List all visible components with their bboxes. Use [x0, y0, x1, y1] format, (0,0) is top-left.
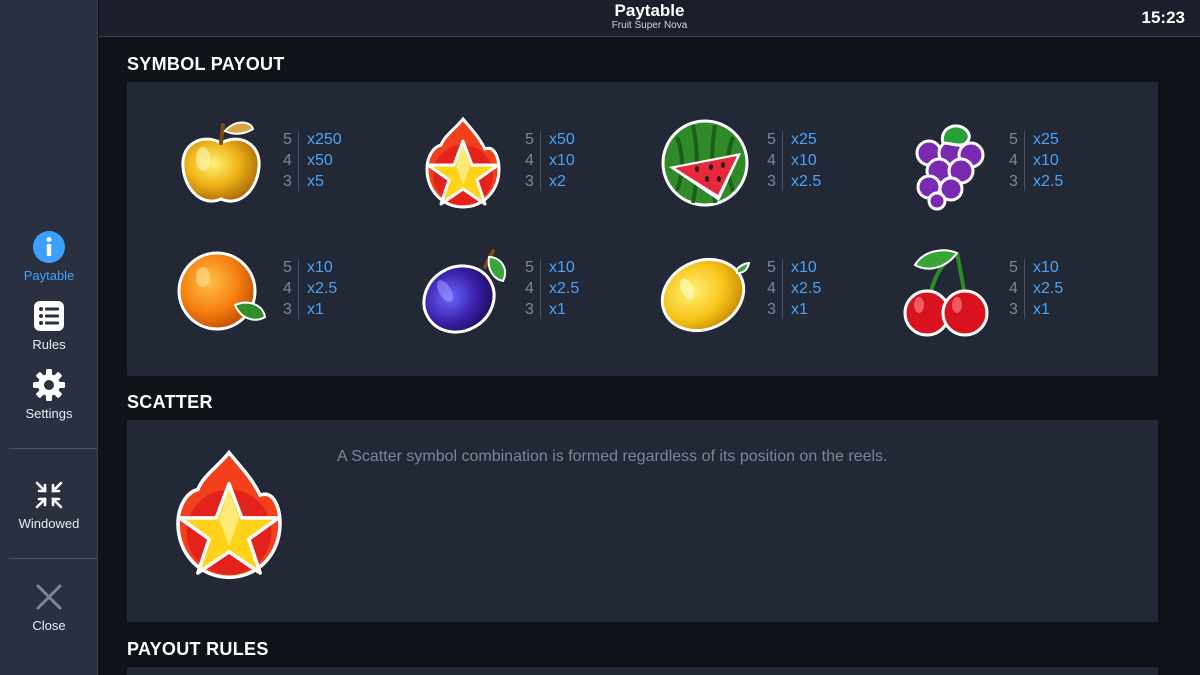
symbol-cell: 5 x50 4 x10 3 x2 — [415, 115, 635, 215]
sidebar-item-label: Close — [32, 618, 66, 633]
grapes-icon — [915, 124, 985, 211]
payout-list: 5 x25 4 x10 3 x2.5 — [767, 129, 867, 192]
symbol-cell: 5 x10 4 x2.5 3 x1 — [415, 243, 635, 343]
shrink-icon — [35, 481, 63, 509]
section-title-symbol-payout: SYMBOL PAYOUT — [127, 54, 285, 74]
game-subtitle: Fruit Super Nova — [611, 20, 688, 31]
sidebar-item-rules[interactable]: Rules — [0, 299, 98, 352]
payout-list: 5 x50 4 x10 3 x2 — [525, 129, 625, 192]
orange-icon — [177, 251, 267, 331]
symbol-cell: 5 x250 4 x50 3 x5 — [173, 115, 393, 215]
section-title-scatter: SCATTER — [127, 392, 213, 412]
symbol-cell: 5 x25 4 x10 3 x2.5 — [657, 115, 877, 215]
payout-list: 5 x25 4 x10 3 x2.5 — [1009, 129, 1109, 192]
fire-star-icon — [425, 116, 501, 209]
list-icon — [34, 301, 64, 331]
page-title: Paytable — [614, 1, 685, 20]
payout-list: 5 x10 4 x2.5 3 x1 — [1009, 257, 1109, 320]
section-title-payout-rules: PAYOUT RULES — [127, 639, 269, 659]
symbol-cell: 5 x25 4 x10 3 x2.5 — [899, 115, 1119, 215]
payout-list: 5 x10 4 x2.5 3 x1 — [525, 257, 625, 320]
sidebar: Paytable Rules Settings Windowed Close — [0, 0, 98, 675]
sidebar-item-label: Rules — [32, 337, 66, 352]
info-icon — [33, 231, 65, 263]
sidebar-item-paytable[interactable]: Paytable — [0, 230, 98, 283]
symbol-payout-panel: 5 x250 4 x50 3 x5 5 x50 4 x10 3 x2 5 x25… — [127, 82, 1158, 376]
sidebar-item-label: Paytable — [23, 268, 75, 283]
payout-list: 5 x250 4 x50 3 x5 — [283, 129, 383, 192]
close-icon — [36, 584, 62, 610]
scatter-fire-star-icon — [176, 449, 282, 580]
symbol-cell: 5 x10 4 x2.5 3 x1 — [899, 243, 1119, 343]
sidebar-divider — [9, 558, 97, 559]
sidebar-divider — [9, 448, 97, 449]
clock: 15:23 — [1141, 8, 1185, 27]
sidebar-item-windowed[interactable]: Windowed — [0, 478, 98, 531]
payout-list: 5 x10 4 x2.5 3 x1 — [283, 257, 383, 320]
top-bar: Paytable Fruit Super Nova 15:23 — [99, 0, 1200, 37]
payout-rules-panel — [127, 667, 1158, 675]
sidebar-item-label: Settings — [25, 406, 73, 421]
symbol-cell: 5 x10 4 x2.5 3 x1 — [173, 243, 393, 343]
watermelon-icon — [661, 119, 749, 207]
symbol-cell: 5 x10 4 x2.5 3 x1 — [657, 243, 877, 343]
sidebar-item-close[interactable]: Close — [0, 580, 98, 633]
gear-icon — [33, 369, 65, 401]
cherries-icon — [903, 249, 989, 337]
plum-icon — [422, 249, 507, 334]
lemon-icon — [660, 257, 751, 333]
sidebar-item-label: Windowed — [18, 516, 80, 531]
scatter-description: A Scatter symbol combination is formed r… — [337, 448, 888, 465]
paytable-content[interactable]: SYMBOL PAYOUT 5 x250 4 x50 3 x5 5 x50 4 … — [99, 38, 1200, 675]
golden-apple-icon — [181, 121, 261, 203]
sidebar-item-settings[interactable]: Settings — [0, 368, 98, 421]
scatter-panel: A Scatter symbol combination is formed r… — [127, 420, 1158, 622]
payout-list: 5 x10 4 x2.5 3 x1 — [767, 257, 867, 320]
